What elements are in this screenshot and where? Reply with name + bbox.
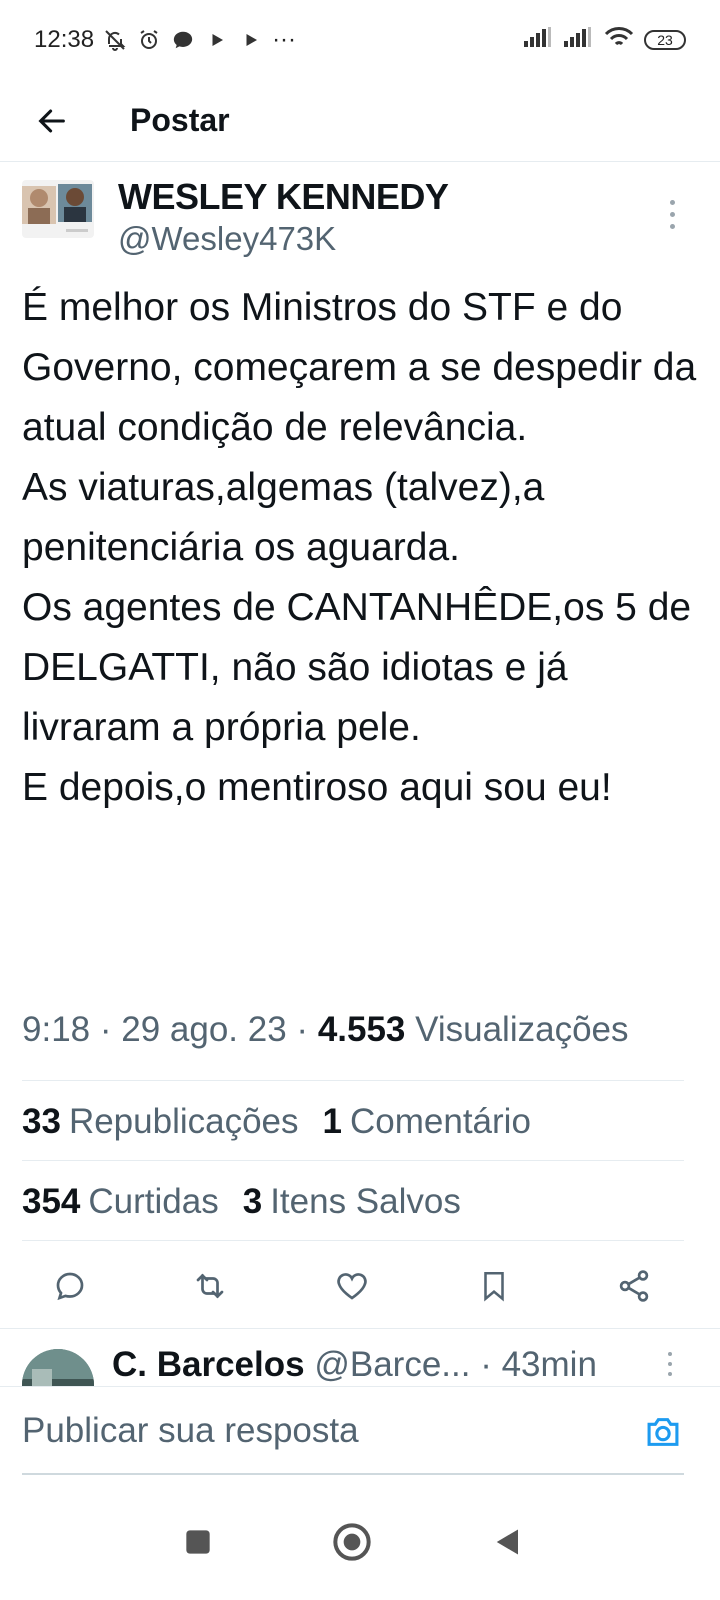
author-row: WESLEY KENNEDY @Wesley473K <box>0 162 720 270</box>
triangle-back-icon <box>496 1529 518 1555</box>
recent-apps-button[interactable] <box>174 1518 222 1566</box>
status-more: ··· <box>272 26 297 53</box>
play-icon <box>204 27 230 53</box>
share-button[interactable] <box>612 1264 656 1308</box>
reply-time: 43min <box>501 1345 597 1384</box>
home-button[interactable] <box>328 1518 376 1566</box>
share-icon <box>619 1270 649 1302</box>
play-icon-2 <box>238 27 264 53</box>
post-date: 29 ago. 23 <box>121 1010 287 1049</box>
status-bar: 12:38 ··· 23 <box>0 0 720 80</box>
battery-icon: 23 <box>644 30 686 50</box>
post-time: 9:18 <box>22 1010 91 1049</box>
stats-row-2: 354 Curtidas 3 Itens Salvos <box>22 1182 461 1222</box>
like-button[interactable] <box>330 1264 374 1308</box>
reply-preview[interactable]: C. Barcelos @Barce... · 43min <box>0 1328 720 1386</box>
post: WESLEY KENNEDY @Wesley473K É melhor os M… <box>0 162 720 1049</box>
status-left: 12:38 ··· <box>34 26 296 54</box>
bookmark-button[interactable] <box>472 1264 516 1308</box>
reply-avatar[interactable] <box>22 1349 94 1386</box>
system-nav-bar <box>0 1482 720 1600</box>
top-bar: Postar <box>0 80 720 162</box>
signal-icon <box>524 26 554 54</box>
views-count: 4.553 <box>317 1010 406 1049</box>
signal-icon-2 <box>564 26 594 54</box>
post-text-line: É melhor os Ministros do STF e do Govern… <box>22 286 697 449</box>
actions-row <box>0 1252 720 1318</box>
post-text-line: Os agentes de CANTANHÊDE,os 5 de DELGATT… <box>22 586 692 749</box>
reply-header: C. Barcelos @Barce... · 43min <box>112 1345 597 1384</box>
input-underline <box>22 1473 684 1475</box>
page-title: Postar <box>130 102 230 138</box>
camera-button[interactable] <box>640 1409 686 1455</box>
status-time: 12:38 <box>34 26 95 53</box>
more-vertical-icon[interactable] <box>660 196 684 232</box>
back-button[interactable] <box>24 93 80 149</box>
status-right: 23 <box>524 26 686 55</box>
repost-button[interactable] <box>188 1264 232 1308</box>
reply-author-handle[interactable]: @Barce... <box>314 1345 470 1384</box>
reply-button[interactable] <box>48 1264 92 1308</box>
more-vertical-icon[interactable] <box>660 1349 680 1379</box>
square-icon <box>186 1530 210 1554</box>
views-label[interactable]: Visualizações <box>415 1010 628 1049</box>
heart-icon <box>337 1273 367 1300</box>
reply-input[interactable]: Publicar sua resposta <box>22 1405 622 1457</box>
likes-stat[interactable]: 354 Curtidas <box>22 1182 219 1222</box>
camera-icon <box>647 1418 679 1446</box>
arrow-left-icon <box>38 109 65 132</box>
back-nav-button[interactable] <box>484 1518 532 1566</box>
author-name[interactable]: WESLEY KENNEDY <box>118 176 449 218</box>
alarm-icon <box>136 27 162 53</box>
divider <box>22 1240 684 1241</box>
repost-icon <box>196 1273 224 1299</box>
saves-stat[interactable]: 3 Itens Salvos <box>243 1182 461 1222</box>
divider <box>22 1080 684 1081</box>
post-text-line: As viaturas,algemas (talvez),a penitenci… <box>22 466 545 569</box>
post-text: É melhor os Ministros do STF e do Govern… <box>22 278 702 818</box>
wifi-icon <box>604 26 634 55</box>
bookmark-icon <box>484 1271 504 1302</box>
comments-stat[interactable]: 1 Comentário <box>323 1102 531 1142</box>
reply-author-name[interactable]: C. Barcelos <box>112 1345 305 1384</box>
reposts-stat[interactable]: 33 Republicações <box>22 1102 299 1142</box>
author-handle[interactable]: @Wesley473K <box>118 220 336 258</box>
chat-icon <box>170 27 196 53</box>
stats-row-1: 33 Republicações 1 Comentário <box>22 1102 531 1142</box>
divider <box>22 1160 684 1161</box>
home-circle-icon <box>333 1523 371 1561</box>
reply-icon <box>56 1272 84 1301</box>
mute-bell-icon <box>102 27 128 53</box>
post-meta: 9:18 · 29 ago. 23 · 4.553 Visualizações <box>22 1010 629 1049</box>
reply-composer: Publicar sua resposta <box>0 1386 720 1482</box>
post-text-line: E depois,o mentiroso aqui sou eu! <box>22 766 612 809</box>
avatar[interactable] <box>22 180 94 238</box>
